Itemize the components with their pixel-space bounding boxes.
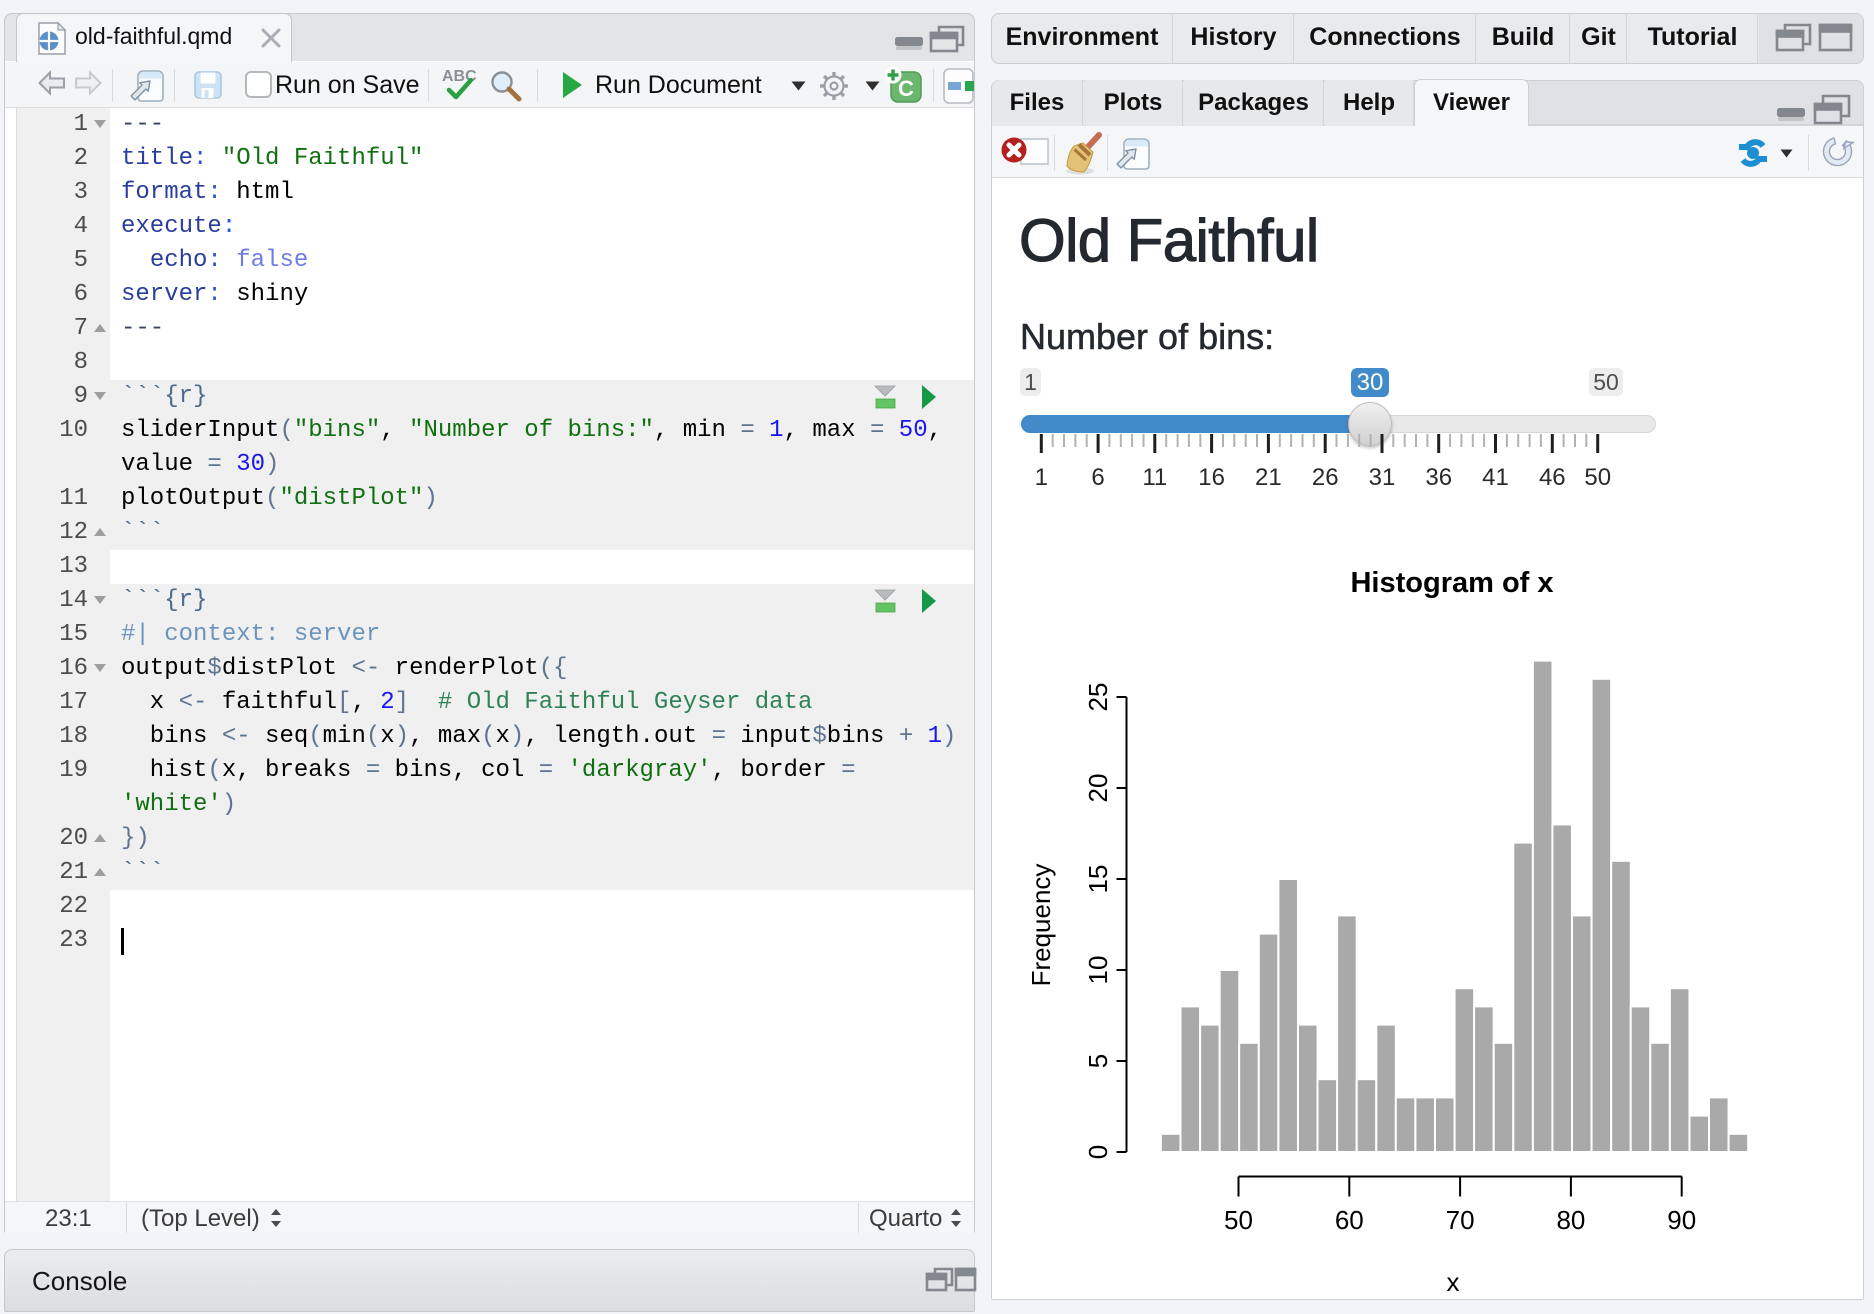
svg-text:26: 26: [1312, 464, 1339, 491]
svg-text:15: 15: [1083, 865, 1113, 894]
svg-text:25: 25: [1083, 683, 1113, 712]
svg-text:0: 0: [1083, 1145, 1113, 1159]
svg-text:20: 20: [1083, 774, 1113, 803]
svg-text:16: 16: [1198, 464, 1225, 491]
svg-text:60: 60: [1335, 1205, 1364, 1235]
svg-text:Histogram of x: Histogram of x: [1350, 567, 1553, 599]
svg-text:21: 21: [1255, 464, 1282, 491]
svg-text:11: 11: [1142, 464, 1167, 491]
svg-text:10: 10: [1083, 956, 1113, 985]
svg-text:6: 6: [1091, 464, 1104, 491]
svg-text:5: 5: [1083, 1054, 1113, 1068]
svg-text:Frequency: Frequency: [1026, 864, 1056, 987]
svg-text:41: 41: [1482, 464, 1509, 491]
svg-text:50: 50: [1584, 464, 1611, 491]
svg-text:90: 90: [1667, 1205, 1696, 1235]
svg-text:x: x: [1447, 1267, 1460, 1297]
svg-text:46: 46: [1539, 464, 1566, 491]
svg-text:36: 36: [1425, 464, 1452, 491]
svg-text:C: C: [898, 76, 914, 101]
svg-text:80: 80: [1556, 1205, 1585, 1235]
svg-text:50: 50: [1224, 1205, 1253, 1235]
svg-text:31: 31: [1369, 464, 1396, 491]
svg-text:70: 70: [1446, 1205, 1475, 1235]
svg-text:1: 1: [1035, 464, 1048, 491]
